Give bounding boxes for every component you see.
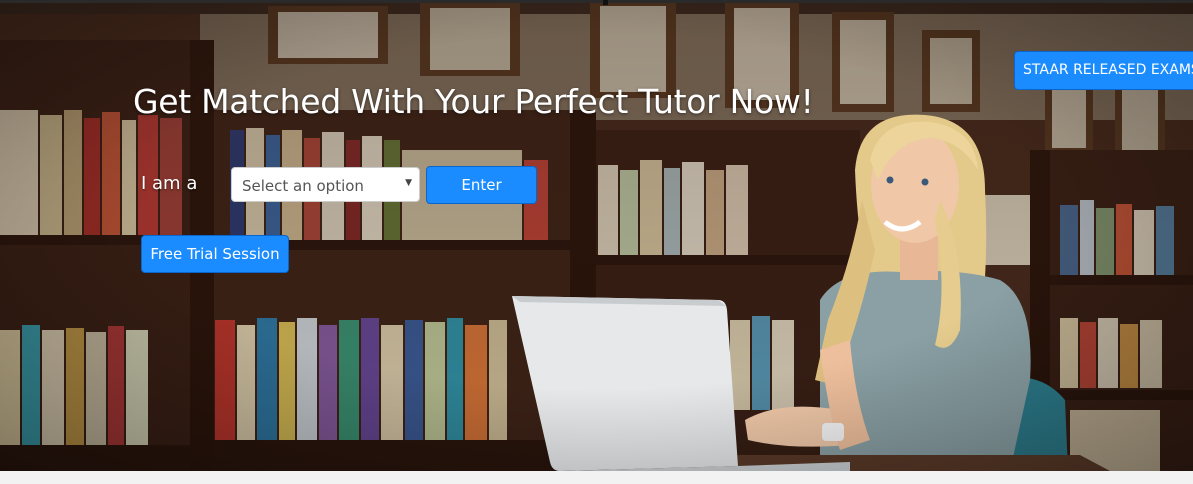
- user-type-select-value: Select an option: [242, 177, 364, 195]
- hero-title: Get Matched With Your Perfect Tutor Now!: [133, 82, 814, 121]
- page-section-divider: [0, 471, 1193, 484]
- staar-released-exams-button[interactable]: STAAR RELEASED EXAMS: [1014, 51, 1193, 90]
- enter-button[interactable]: Enter: [426, 166, 537, 204]
- free-trial-session-button[interactable]: Free Trial Session: [141, 235, 289, 273]
- user-type-select[interactable]: Select an option ▼: [231, 167, 420, 202]
- hero-banner: Get Matched With Your Perfect Tutor Now!…: [0, 0, 1193, 471]
- user-type-label: I am a: [141, 173, 198, 194]
- dropdown-arrow-icon: ▼: [405, 178, 412, 188]
